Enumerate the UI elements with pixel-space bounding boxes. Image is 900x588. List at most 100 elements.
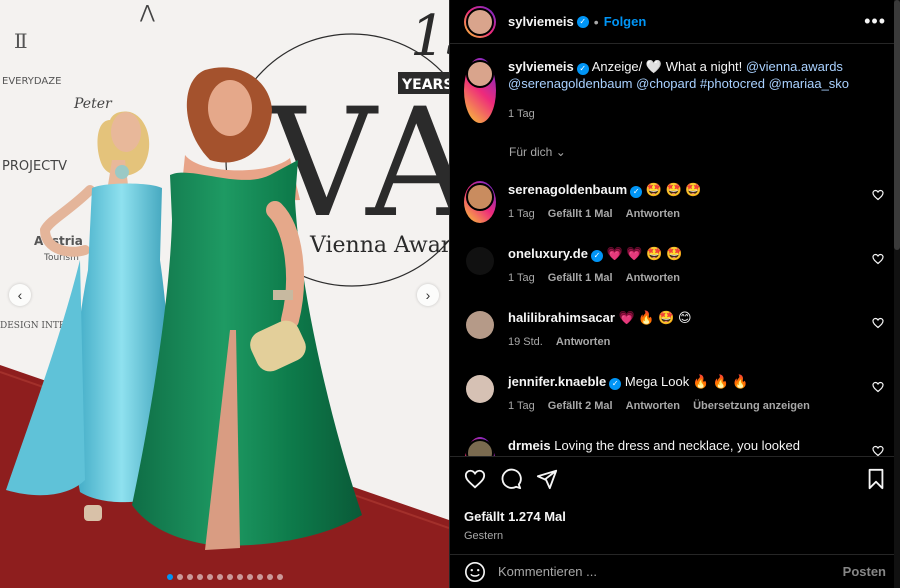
save-bookmark-icon[interactable] — [866, 468, 886, 490]
carousel-dot[interactable] — [236, 574, 243, 580]
caption-mention[interactable]: @chopard — [636, 76, 696, 91]
reply-button[interactable]: Antworten — [556, 336, 610, 348]
comment-text: 💗 💗 🤩 🤩 — [606, 246, 683, 261]
post-actions: Gefällt 1.274 Mal Gestern — [450, 456, 900, 542]
reply-button[interactable]: Antworten — [626, 400, 680, 412]
svg-text:YEARS: YEARS — [401, 77, 449, 93]
comment-avatar[interactable] — [466, 183, 494, 211]
post-caption: sylviemeis ✓ Anzeige/ 🤍 What a night! @vi… — [464, 58, 886, 123]
verified-icon: ✓ — [576, 15, 589, 28]
comment-avatar-ring[interactable] — [464, 181, 496, 223]
comment-likes[interactable]: Gefällt 1 Mal — [548, 272, 613, 284]
red-carpet-photo: VA Vienna Awards 15 YEARS EVERYDAZE Ⅱ PR… — [0, 0, 449, 588]
caption-mention[interactable]: @serenagoldenbaum — [508, 76, 633, 91]
caption-hashtag[interactable]: #photocred — [700, 76, 765, 91]
comment-username[interactable]: oneluxury.de — [508, 246, 588, 261]
comment-item: jennifer.knaeble ✓ Mega Look 🔥 🔥 🔥 1 Tag … — [464, 373, 886, 415]
more-options-icon[interactable]: ••• — [864, 11, 886, 32]
carousel-next-button[interactable]: › — [417, 284, 439, 306]
for-you-toggle[interactable]: Für dich ⌄ — [509, 145, 886, 159]
share-send-icon[interactable] — [536, 468, 558, 490]
author-username[interactable]: sylviemeis — [508, 14, 574, 29]
comment-like-heart-icon[interactable] — [872, 189, 884, 201]
comment-like-heart-icon[interactable] — [872, 317, 884, 329]
comment-time: 1 Tag — [508, 208, 535, 220]
comment-time: 19 Std. — [508, 336, 543, 348]
author-avatar[interactable] — [466, 7, 494, 36]
show-translation-button[interactable]: Übersetzung anzeigen — [693, 400, 810, 412]
comment-text: 🤩 🤩 🤩 — [645, 182, 702, 197]
post-comment-button[interactable]: Posten — [843, 564, 886, 579]
comment-username[interactable]: serenagoldenbaum — [508, 182, 627, 197]
event-name: Vienna Awards — [309, 233, 449, 258]
reply-button[interactable]: Antworten — [626, 272, 680, 284]
caption-mention[interactable]: @vienna.awards — [746, 59, 843, 74]
comments-scroll-area[interactable]: sylviemeis ✓ Anzeige/ 🤍 What a night! @vi… — [450, 58, 900, 456]
carousel-prev-button[interactable]: ‹ — [9, 284, 31, 306]
post-header: sylviemeis ✓ • Folgen ••• — [450, 0, 900, 44]
comment-time: 1 Tag — [508, 400, 535, 412]
carousel-dot[interactable] — [216, 574, 223, 580]
carousel-dot[interactable] — [166, 574, 173, 580]
comment-like-heart-icon[interactable] — [872, 445, 884, 456]
comment-likes[interactable]: Gefällt 1 Mal — [548, 208, 613, 220]
svg-text:Ⅱ: Ⅱ — [14, 29, 28, 53]
comment-text: Mega Look 🔥 🔥 🔥 — [624, 374, 749, 389]
comment-item: oneluxury.de ✓ 💗 💗 🤩 🤩 1 Tag Gefällt 1 Ma… — [464, 245, 886, 287]
caption-username[interactable]: sylviemeis — [508, 59, 574, 74]
caption-avatar-ring[interactable] — [464, 58, 496, 123]
comment-item: drmeis Loving the dress and necklace, yo… — [464, 437, 886, 456]
comment-item: serenagoldenbaum ✓ 🤩 🤩 🤩 1 Tag Gefällt 1 … — [464, 181, 886, 223]
caption-text: Anzeige/ 🤍 What a night! — [591, 59, 746, 74]
like-heart-icon[interactable] — [464, 468, 486, 490]
caption-time: 1 Tag — [508, 108, 535, 120]
post-photo[interactable]: VA Vienna Awards 15 YEARS EVERYDAZE Ⅱ PR… — [0, 0, 449, 588]
comment-likes[interactable]: Gefällt 2 Mal — [548, 400, 613, 412]
comment-avatar[interactable] — [466, 439, 494, 456]
emoji-picker-icon[interactable] — [464, 561, 486, 583]
author-avatar-ring[interactable] — [464, 5, 496, 38]
svg-text:Peter: Peter — [73, 96, 113, 112]
comment-like-heart-icon[interactable] — [872, 253, 884, 265]
comment-time: 1 Tag — [508, 272, 535, 284]
comment-item: halilibrahimsacar 💗 🔥 🤩 😊 19 Std. Antwor… — [464, 309, 886, 351]
svg-text:15: 15 — [410, 4, 449, 69]
comment-list: serenagoldenbaum ✓ 🤩 🤩 🤩 1 Tag Gefällt 1 … — [464, 181, 886, 456]
carousel-dot[interactable] — [266, 574, 273, 580]
carousel-dot[interactable] — [226, 574, 233, 580]
comment-username[interactable]: drmeis — [508, 438, 551, 453]
caption-avatar[interactable] — [466, 60, 494, 88]
carousel-dot[interactable] — [196, 574, 203, 580]
verified-icon: ✓ — [609, 378, 622, 390]
scrollbar[interactable] — [894, 0, 900, 588]
comment-username[interactable]: jennifer.knaeble — [508, 374, 606, 389]
post-panel: sylviemeis ✓ • Folgen ••• sylviemeis ✓ An… — [449, 0, 900, 588]
svg-text:⋀: ⋀ — [139, 2, 155, 23]
caption-mention[interactable]: @mariaa_sko — [769, 76, 849, 91]
carousel-dot[interactable] — [246, 574, 253, 580]
svg-text:PROJECTV: PROJECTV — [2, 159, 67, 174]
verified-icon: ✓ — [590, 250, 603, 262]
comment-input[interactable]: Kommentieren ... — [498, 564, 843, 579]
verified-icon: ✓ — [576, 63, 589, 75]
carousel-dot[interactable] — [256, 574, 263, 580]
comment-username[interactable]: halilibrahimsacar — [508, 310, 615, 325]
svg-text:EVERYDAZE: EVERYDAZE — [2, 76, 61, 87]
reply-button[interactable]: Antworten — [626, 208, 680, 220]
comment-avatar-ring[interactable] — [464, 437, 496, 456]
dot-separator: • — [593, 13, 599, 30]
comment-avatar[interactable] — [466, 311, 494, 339]
carousel-dot[interactable] — [276, 574, 283, 580]
carousel-dot[interactable] — [176, 574, 183, 580]
verified-icon: ✓ — [630, 186, 643, 198]
comment-avatar[interactable] — [466, 247, 494, 275]
comment-text: 💗 🔥 🤩 😊 — [618, 310, 692, 325]
carousel-dot[interactable] — [206, 574, 213, 580]
likes-count[interactable]: Gefällt 1.274 Mal — [464, 509, 886, 524]
comment-avatar[interactable] — [466, 375, 494, 403]
carousel-dot[interactable] — [186, 574, 193, 580]
comment-like-heart-icon[interactable] — [872, 381, 884, 393]
follow-button[interactable]: Folgen — [604, 14, 647, 29]
comment-composer: Kommentieren ... Posten — [450, 554, 900, 588]
comment-bubble-icon[interactable] — [500, 468, 522, 490]
